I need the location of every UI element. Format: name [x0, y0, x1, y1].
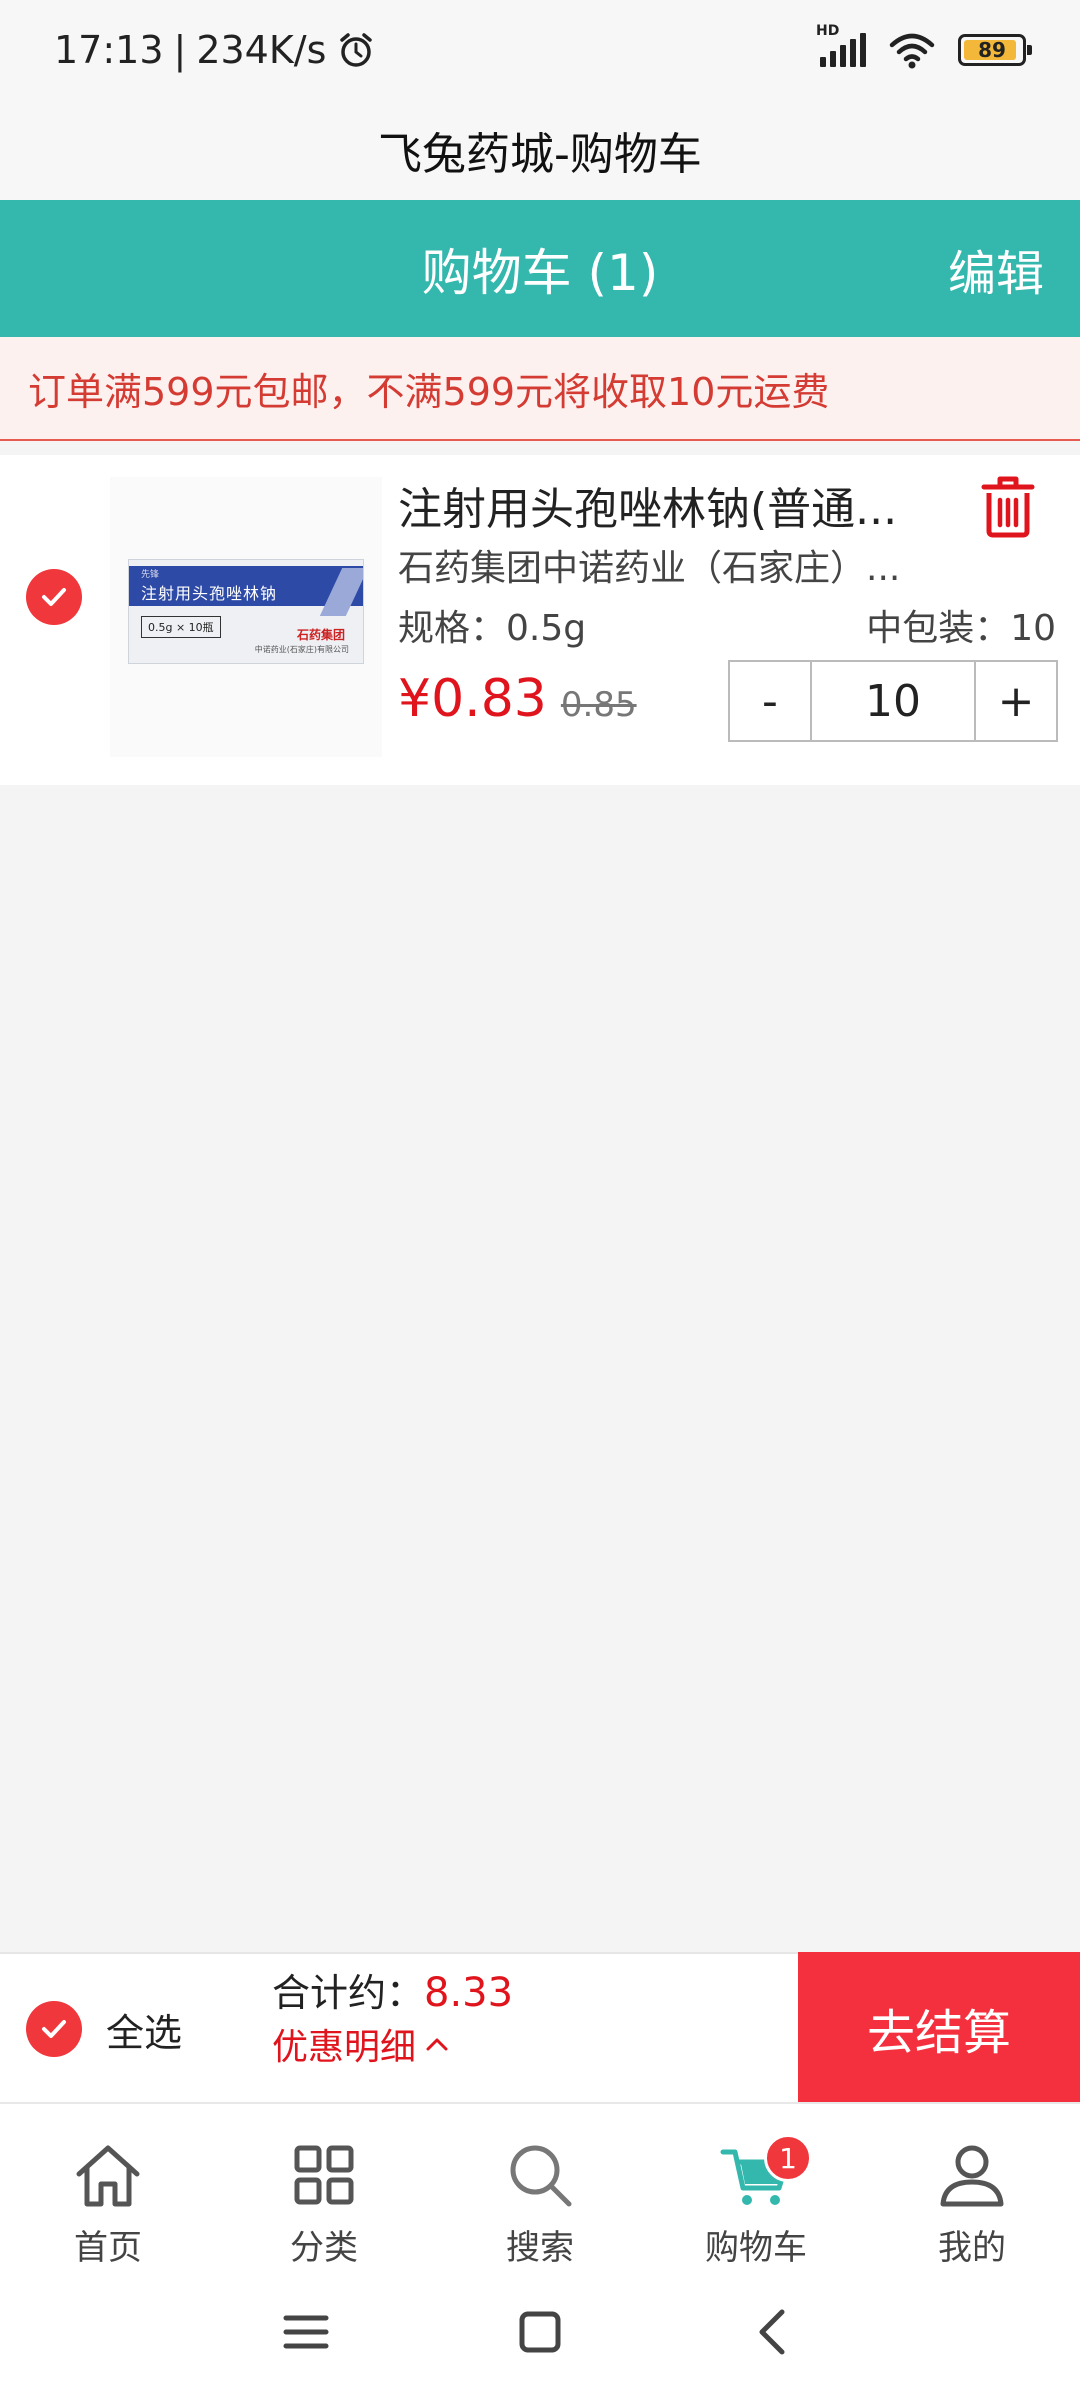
battery-icon: 89: [958, 34, 1032, 66]
tab-home[interactable]: 首页: [0, 2104, 216, 2272]
product-manufacturer: 石药集团中诺药业（石家庄）...: [398, 548, 901, 589]
menu-icon[interactable]: [276, 2302, 336, 2362]
shipping-notice: 订单满599元包邮，不满599元将收取10元运费: [0, 337, 1080, 441]
quantity-input[interactable]: 10: [810, 662, 976, 740]
product-name[interactable]: 注射用头孢唑林钠(普通...: [398, 473, 928, 537]
signal-icon: HD: [816, 23, 866, 67]
cart-header: 购物车 (1) 编辑: [0, 200, 1080, 337]
tab-cart-label: 购物车: [705, 2228, 807, 2268]
status-separator: |: [173, 28, 187, 72]
tab-home-label: 首页: [74, 2228, 142, 2268]
grid-icon: [294, 2145, 354, 2205]
tab-mine[interactable]: 我的: [864, 2104, 1080, 2272]
status-bar: 17:13 | 234K/s HD 89: [0, 0, 1080, 100]
increase-button[interactable]: +: [976, 662, 1056, 740]
medicine-box: 先锋 注射用头孢唑林钠 0.5g × 10瓶 石药集团 中诺药业(石家庄)有限公…: [128, 559, 364, 664]
checkout-bar: 全选 合计约：8.33 优惠明细 去结算: [0, 1952, 1080, 2104]
product-price: ¥0.83 0.85: [398, 669, 637, 729]
select-all-label[interactable]: 全选: [106, 2002, 182, 2057]
discount-label: 优惠明细: [272, 2027, 417, 2068]
trash-icon[interactable]: [976, 473, 1040, 539]
system-nav-bar: [0, 2272, 1080, 2400]
hd-label: HD: [816, 23, 840, 39]
edit-button[interactable]: 编辑: [948, 200, 1044, 337]
user-icon: [940, 2145, 1004, 2207]
cart-item: 先锋 注射用头孢唑林钠 0.5g × 10瓶 石药集团 中诺药业(石家庄)有限公…: [0, 455, 1080, 785]
cart-title: 购物车 (1): [421, 243, 659, 302]
total-amount: 8.33: [424, 1970, 514, 2016]
checkout-button[interactable]: 去结算: [798, 1952, 1080, 2104]
status-time: 17:13: [54, 28, 164, 72]
item-checkbox[interactable]: [26, 569, 82, 625]
select-all-checkbox[interactable]: [26, 2001, 82, 2057]
alarm-icon: [340, 33, 373, 67]
back-icon[interactable]: [744, 2302, 804, 2362]
tab-bar: 首页 分类 搜索 购物车 1 我的: [0, 2102, 1080, 2272]
box-brand: 先锋: [141, 570, 160, 580]
tab-category-label: 分类: [290, 2228, 358, 2268]
product-spec: 规格：0.5g: [398, 608, 587, 649]
total-label: 合计约：: [272, 1971, 425, 2015]
app-title: 飞兔药城-购物车: [0, 100, 1080, 200]
cart-badge: 1: [764, 2134, 812, 2182]
tab-cart[interactable]: 购物车 1: [648, 2104, 864, 2272]
box-name: 注射用头孢唑林钠: [141, 584, 278, 603]
quantity-stepper: - 10 +: [728, 660, 1058, 742]
search-icon: [510, 2145, 572, 2207]
status-left: 17:13 | 234K/s: [54, 28, 376, 72]
total: 合计约：8.33: [272, 1962, 513, 2017]
check-icon: [42, 2020, 66, 2038]
home-icon: [76, 2145, 140, 2207]
box-spec: 0.5g × 10瓶: [141, 616, 221, 638]
battery-level: 89: [978, 38, 1006, 62]
current-price: ¥0.83: [398, 669, 547, 729]
check-icon: [42, 588, 66, 606]
home-square-icon[interactable]: [510, 2302, 570, 2362]
tab-category[interactable]: 分类: [216, 2104, 432, 2272]
original-price: 0.85: [560, 685, 637, 725]
tab-search-label: 搜索: [506, 2228, 574, 2268]
status-net-speed: 234K/s: [196, 28, 327, 72]
box-maker: 石药集团: [296, 628, 345, 642]
discount-detail-button[interactable]: 优惠明细: [272, 2018, 450, 2070]
product-image[interactable]: 先锋 注射用头孢唑林钠 0.5g × 10瓶 石药集团 中诺药业(石家庄)有限公…: [110, 477, 382, 757]
tab-search[interactable]: 搜索: [432, 2104, 648, 2272]
wifi-icon: [889, 33, 935, 69]
decrease-button[interactable]: -: [730, 662, 810, 740]
status-right: HD 89: [816, 23, 1032, 69]
chevron-up-icon: [426, 2038, 448, 2051]
box-maker-sub: 中诺药业(石家庄)有限公司: [254, 645, 349, 654]
product-pack: 中包装：10: [866, 608, 1056, 649]
tab-mine-label: 我的: [938, 2228, 1006, 2268]
